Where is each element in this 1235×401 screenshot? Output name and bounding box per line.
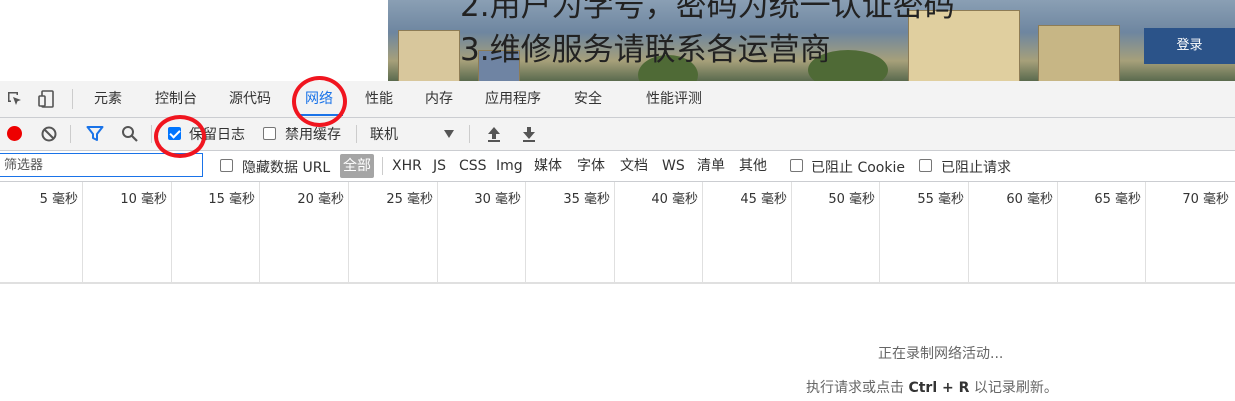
filter-type-all[interactable]: 全部: [340, 154, 374, 178]
separator: [356, 125, 357, 143]
timeline-tick: 15 毫秒: [208, 192, 255, 207]
tab-lighthouse[interactable]: 性能评测: [646, 81, 702, 117]
dropdown-arrow-icon[interactable]: [443, 129, 455, 139]
grid-line: [171, 182, 172, 282]
hide-data-url-label: 隐藏数据 URL: [242, 160, 331, 176]
blocked-cookies-checkbox[interactable]: [790, 159, 803, 172]
building-shape: [1038, 25, 1120, 81]
blocked-requests-checkbox[interactable]: [919, 159, 932, 172]
banner-image: 2.用户为学号，密码为统一认证密码 3.维修服务请联系各运营商: [388, 0, 1235, 81]
timeline-tick: 40 毫秒: [651, 192, 698, 207]
filter-type-doc[interactable]: 文档: [620, 151, 648, 181]
timeline-tick: 30 毫秒: [474, 192, 521, 207]
banner-line-1: 2.用户为学号，密码为统一认证密码: [460, 0, 955, 24]
grid-line: [1145, 182, 1146, 282]
timeline-overview[interactable]: 5 毫秒 10 毫秒 15 毫秒 20 毫秒 25 毫秒 30 毫秒 35 毫秒…: [0, 182, 1235, 284]
timeline-tick: 70 毫秒: [1182, 192, 1229, 207]
grid-line: [968, 182, 969, 282]
banner-line-2: 3.维修服务请联系各运营商: [460, 32, 831, 68]
clear-icon[interactable]: [40, 125, 58, 143]
filter-type-js[interactable]: JS: [433, 151, 446, 181]
webpage-area: 2.用户为学号，密码为统一认证密码 3.维修服务请联系各运营商 登录: [0, 0, 1235, 81]
timeline-tick: 35 毫秒: [563, 192, 610, 207]
tab-performance[interactable]: 性能: [365, 81, 393, 117]
grid-line: [525, 182, 526, 282]
throttling-select[interactable]: 联机: [370, 124, 398, 144]
timeline-tick: 50 毫秒: [828, 192, 875, 207]
separator: [70, 125, 71, 143]
blocked-cookies-label: 已阻止 Cookie: [811, 160, 905, 176]
devtools-tabbar: 元素 控制台 源代码 网络 性能 内存 应用程序 安全 性能评测: [0, 81, 1235, 118]
grid-line: [348, 182, 349, 282]
inspect-element-icon[interactable]: [6, 90, 24, 108]
tab-application[interactable]: 应用程序: [485, 81, 541, 117]
hint-prefix: 执行请求或点击: [806, 380, 904, 396]
timeline-tick: 5 毫秒: [39, 192, 78, 207]
tab-console[interactable]: 控制台: [155, 81, 197, 117]
tab-security[interactable]: 安全: [574, 81, 602, 117]
grid-line: [614, 182, 615, 282]
empty-state-hint: 执行请求或点击 Ctrl + R 以记录刷新。: [806, 377, 1058, 397]
search-icon[interactable]: [121, 125, 139, 143]
timeline-tick: 20 毫秒: [297, 192, 344, 207]
grid-line: [791, 182, 792, 282]
hide-data-url-checkbox[interactable]: [220, 159, 233, 172]
device-toolbar-icon[interactable]: [38, 90, 56, 108]
hint-suffix: 以记录刷新。: [973, 380, 1058, 396]
hint-shortcut: Ctrl + R: [908, 380, 970, 396]
tab-memory[interactable]: 内存: [425, 81, 453, 117]
record-button[interactable]: [7, 126, 22, 141]
filter-type-ws[interactable]: WS: [662, 151, 685, 181]
filter-type-xhr[interactable]: XHR: [392, 151, 422, 181]
building-shape: [398, 30, 460, 81]
separator: [151, 125, 152, 143]
filter-type-css[interactable]: CSS: [459, 151, 487, 181]
grid-line: [1057, 182, 1058, 282]
grid-line: [82, 182, 83, 282]
grid-line: [437, 182, 438, 282]
tab-elements[interactable]: 元素: [94, 81, 122, 117]
filter-icon[interactable]: [86, 125, 104, 143]
grid-line: [702, 182, 703, 282]
filter-type-img[interactable]: Img: [496, 151, 523, 181]
disable-cache-checkbox[interactable]: [263, 127, 276, 140]
annotation-circle-preserve-log: [154, 115, 206, 158]
grid-line: [259, 182, 260, 282]
filter-type-media[interactable]: 媒体: [534, 151, 562, 181]
timeline-tick: 60 毫秒: [1006, 192, 1053, 207]
timeline-tick: 45 毫秒: [740, 192, 787, 207]
recording-status-text: 正在录制网络活动...: [878, 346, 1004, 362]
separator: [72, 89, 73, 109]
filter-type-font[interactable]: 字体: [577, 151, 605, 181]
export-har-icon[interactable]: [521, 125, 537, 143]
blocked-requests-label: 已阻止请求: [941, 160, 1011, 176]
separator: [382, 157, 383, 175]
annotation-circle-network-tab: [292, 76, 347, 127]
tab-sources[interactable]: 源代码: [229, 81, 271, 117]
separator: [469, 125, 470, 143]
filter-type-other[interactable]: 其他: [739, 151, 767, 181]
timeline-tick: 10 毫秒: [120, 192, 167, 207]
timeline-tick: 65 毫秒: [1094, 192, 1141, 207]
login-button[interactable]: 登录: [1144, 28, 1235, 64]
filter-type-manifest[interactable]: 清单: [697, 151, 725, 181]
grid-line: [879, 182, 880, 282]
import-har-icon[interactable]: [486, 125, 502, 143]
disable-cache-label: 禁用缓存: [285, 127, 341, 143]
timeline-tick: 55 毫秒: [917, 192, 964, 207]
timeline-tick: 25 毫秒: [386, 192, 433, 207]
